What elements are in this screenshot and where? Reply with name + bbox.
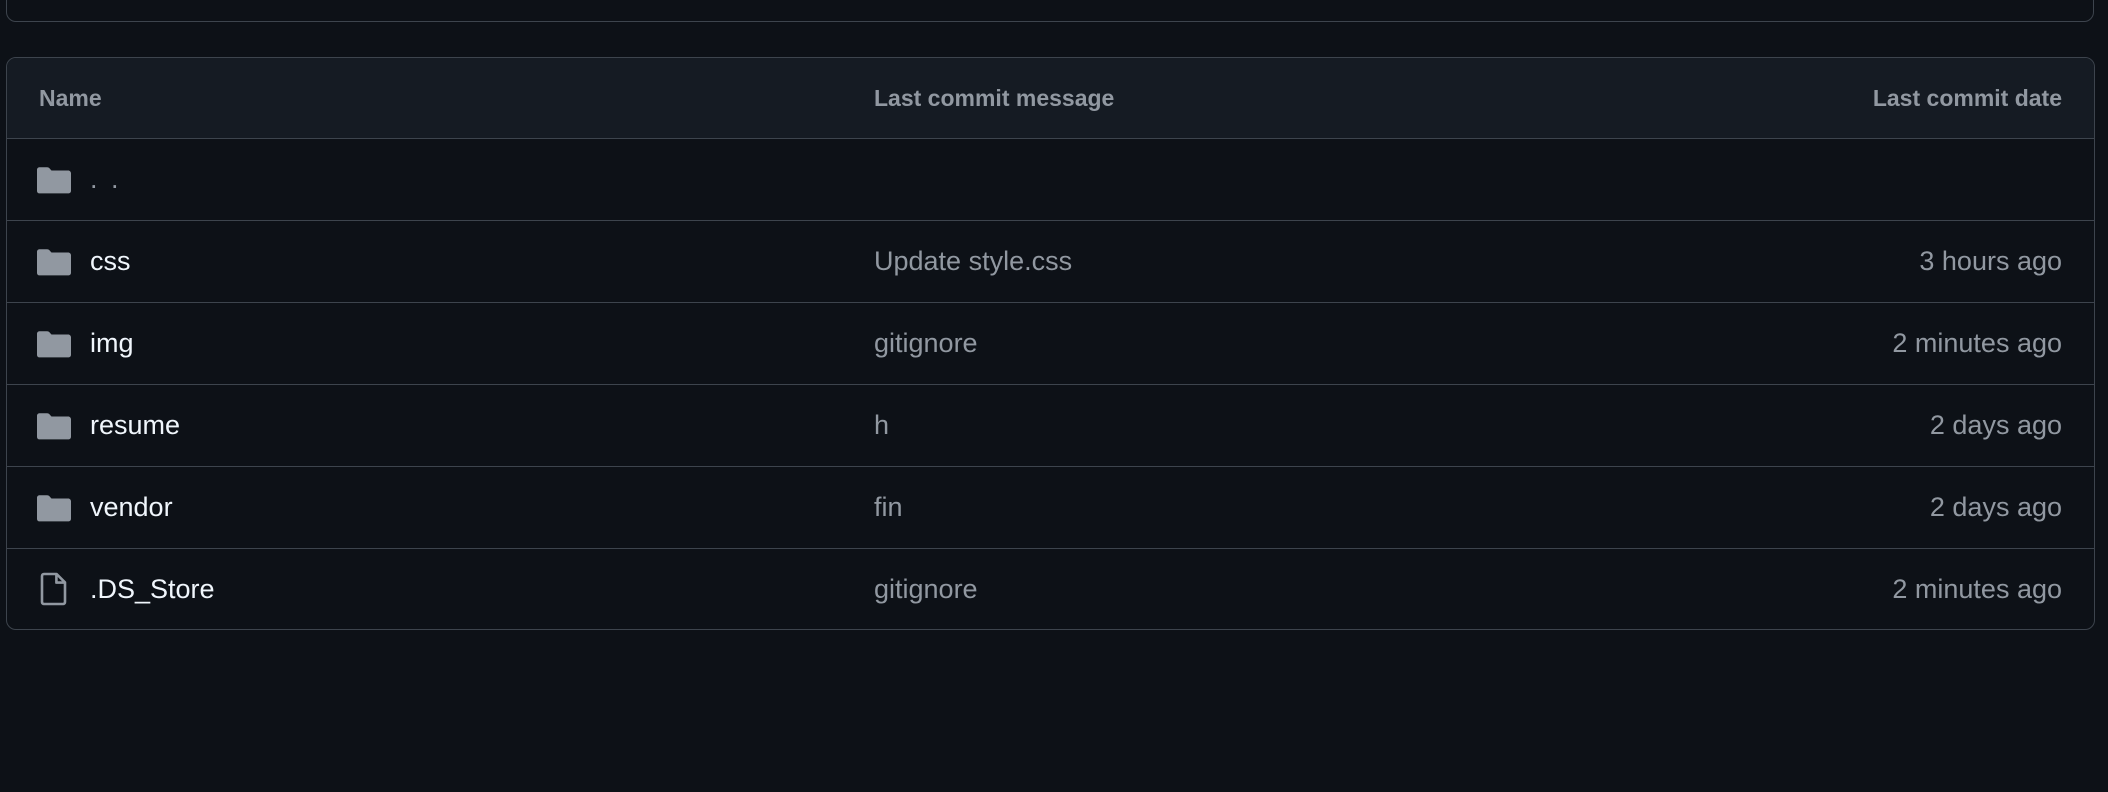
folder-icon [37,491,71,525]
file-icon [37,572,71,606]
table-header: Name Last commit message Last commit dat… [7,58,2094,139]
commit-date: 2 days ago [1929,410,2062,440]
file-name-link[interactable]: vendor [90,467,173,547]
table-row[interactable]: css Update style.css 3 hours ago [7,221,2094,303]
header-name: Name [39,85,102,111]
folder-icon [37,163,71,197]
file-name-link[interactable]: .DS_Store [90,549,215,629]
folder-icon [37,245,71,279]
file-name-link[interactable]: img [90,303,134,383]
parent-directory-link[interactable]: . . [90,139,122,219]
previous-panel-edge [6,0,2094,22]
table-row[interactable]: .DS_Store gitignore 2 minutes ago [7,549,2094,629]
header-last-commit-date: Last commit date [1872,85,2062,111]
commit-message-link[interactable]: fin [874,467,903,547]
table-row[interactable]: vendor fin 2 days ago [7,467,2094,549]
header-last-commit-message: Last commit message [874,85,1115,111]
table-row-parent-directory[interactable]: . . [7,139,2094,221]
file-name-link[interactable]: css [90,221,131,301]
folder-icon [37,327,71,361]
file-name-link[interactable]: resume [90,385,180,465]
commit-message-link[interactable]: gitignore [874,549,978,629]
commit-date: 2 minutes ago [1892,328,2062,358]
folder-icon [37,409,71,443]
commit-message-link[interactable]: h [874,385,889,465]
commit-date: 2 days ago [1929,492,2062,522]
commit-message-link[interactable]: Update style.css [874,221,1072,301]
table-row[interactable]: img gitignore 2 minutes ago [7,303,2094,385]
file-table: Name Last commit message Last commit dat… [6,57,2095,630]
commit-date: 2 minutes ago [1892,574,2062,604]
commit-message-link[interactable]: gitignore [874,303,978,383]
table-row[interactable]: resume h 2 days ago [7,385,2094,467]
commit-date: 3 hours ago [1919,246,2062,276]
